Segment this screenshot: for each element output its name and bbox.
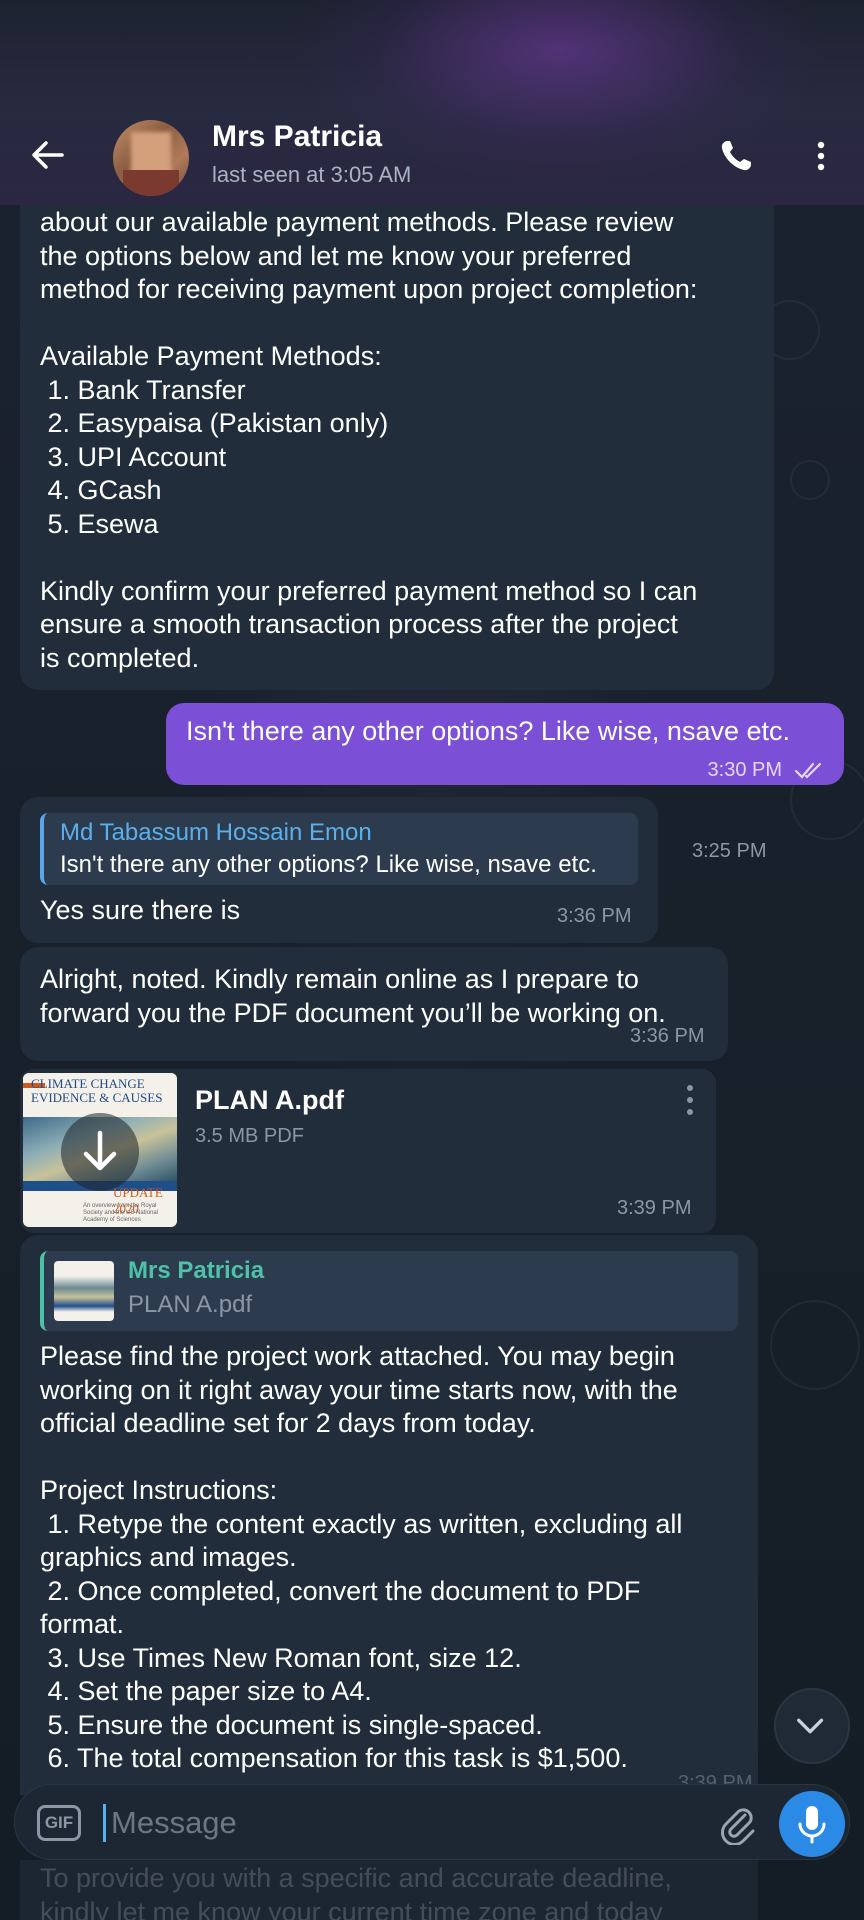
message-time: 3:36 PM <box>557 905 632 927</box>
reply-quote[interactable]: Mrs Patricia PLAN A.pdf <box>40 1251 738 1331</box>
message-time: 3:30 PM <box>707 759 782 781</box>
paperclip-icon[interactable] <box>715 1801 759 1845</box>
download-arrow-icon <box>83 1130 117 1171</box>
message-bubble-incoming[interactable]: about our available payment methods. Ple… <box>20 180 774 862</box>
vertical-dots-icon[interactable] <box>806 136 836 176</box>
message-text: Alright, noted. Kindly remain online as … <box>40 964 666 1028</box>
message-time: 3:39 PM <box>617 1197 692 1219</box>
file-message[interactable]: CLIMATE CHANGE EVIDENCE & CAUSES UPDATE … <box>20 1069 716 1233</box>
message-text: To provide you with a specific and accur… <box>40 1863 672 1920</box>
composer: To provide you with a specific and accur… <box>0 1784 864 1920</box>
message-text: Yes sure there is <box>40 895 241 925</box>
reply-file-name: PLAN A.pdf <box>128 1291 253 1318</box>
chevron-down-icon <box>797 1718 824 1734</box>
message-bubble-outgoing[interactable]: Isn't there any other options? Like wise… <box>166 703 844 785</box>
message-input-bar: GIF <box>14 1784 850 1860</box>
message-time: 3:25 PM <box>692 840 767 862</box>
thumb-subtitle: An overview from the Royal Society and t… <box>83 1203 159 1223</box>
message-bubble-incoming[interactable]: Alright, noted. Kindly remain online as … <box>20 947 728 1061</box>
chat-header: Mrs Patricia last seen at 3:05 AM <box>0 0 864 205</box>
message-text: Please find the project work attached. Y… <box>40 1341 683 1773</box>
reply-author: Mrs Patricia <box>128 1257 265 1284</box>
download-button[interactable] <box>61 1113 139 1191</box>
reply-text: Isn't there any other options? Like wise… <box>60 851 597 878</box>
message-text: Isn't there any other options? Like wise… <box>186 716 790 746</box>
contact-status: last seen at 3:05 AM <box>212 162 412 187</box>
message-text: about our available payment methods. Ple… <box>40 207 698 673</box>
scroll-down-button[interactable] <box>774 1688 850 1764</box>
quote-thumbnail <box>54 1261 114 1321</box>
file-size: 3.5 MB PDF <box>195 1125 304 1147</box>
pdf-thumbnail[interactable]: CLIMATE CHANGE EVIDENCE & CAUSES UPDATE … <box>23 1073 177 1227</box>
message-bubble-incoming[interactable]: Mrs Patricia PLAN A.pdf Please find the … <box>20 1235 758 1795</box>
file-name: PLAN A.pdf <box>195 1085 344 1115</box>
vertical-dots-icon[interactable] <box>680 1083 700 1117</box>
avatar-body <box>123 170 179 196</box>
phone-icon[interactable] <box>716 136 756 176</box>
background-doodle <box>770 1300 860 1390</box>
text-caret <box>103 1804 106 1842</box>
avatar[interactable] <box>113 120 189 196</box>
message-time: 3:36 PM <box>630 1025 705 1047</box>
contact-name[interactable]: Mrs Patricia <box>212 120 382 154</box>
message-input[interactable] <box>111 1799 611 1847</box>
thumb-title: CLIMATE CHANGE EVIDENCE & CAUSES <box>31 1076 163 1105</box>
reply-quote[interactable]: Md Tabassum Hossain Emon Isn't there any… <box>40 813 638 885</box>
double-check-icon <box>794 762 822 779</box>
message-bubble-incoming[interactable]: Md Tabassum Hossain Emon Isn't there any… <box>20 797 658 943</box>
voice-record-button[interactable] <box>779 1791 845 1857</box>
background-doodle <box>790 460 830 500</box>
microphone-icon <box>798 1806 826 1844</box>
arrow-left-icon[interactable] <box>28 135 68 175</box>
reply-author: Md Tabassum Hossain Emon <box>60 819 372 846</box>
gif-button[interactable]: GIF <box>37 1805 81 1841</box>
